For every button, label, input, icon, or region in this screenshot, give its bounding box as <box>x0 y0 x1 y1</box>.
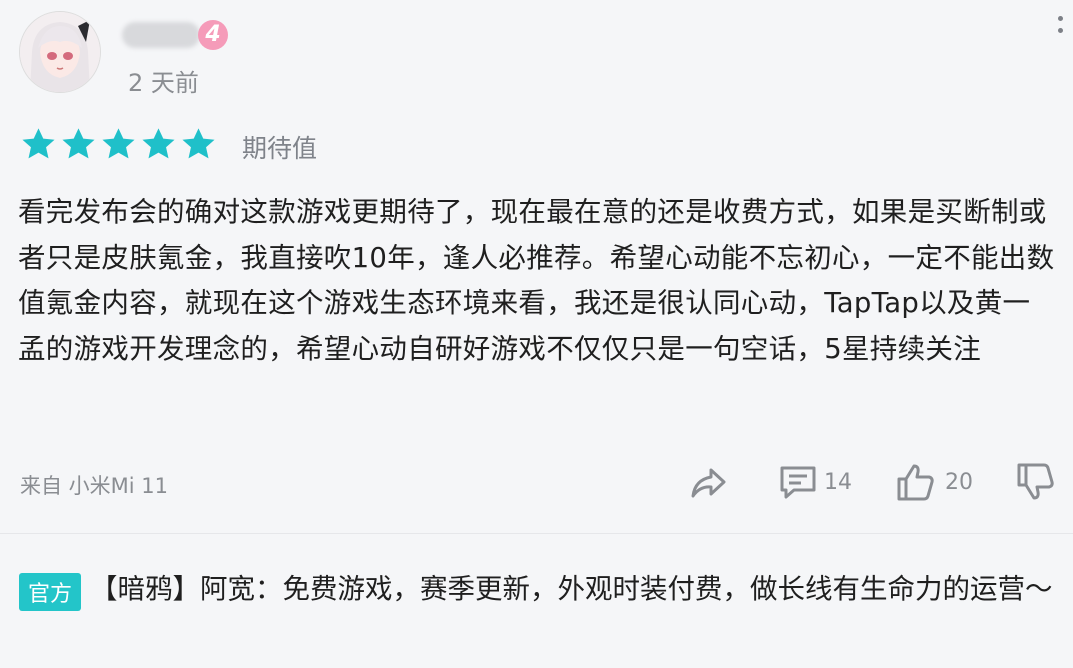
avatar-image <box>20 12 100 92</box>
comment-count: 14 <box>824 469 852 495</box>
username-blurred[interactable] <box>122 22 200 48</box>
comment-button[interactable]: 14 <box>778 462 852 502</box>
share-icon <box>691 468 726 498</box>
star-icon <box>62 128 95 159</box>
thumbs-up-icon <box>897 464 934 501</box>
divider <box>0 533 1073 534</box>
thumbs-down-icon <box>1017 463 1054 500</box>
star-icon <box>102 128 135 159</box>
device-info: 来自 小米Mi 11 <box>20 474 169 498</box>
avatar[interactable] <box>19 11 101 93</box>
post-time: 2 天前 <box>128 69 199 97</box>
level-badge: 4 <box>198 20 228 50</box>
rating-label: 期待值 <box>242 134 318 163</box>
star-icon <box>22 128 55 159</box>
like-count: 20 <box>945 469 973 495</box>
star-icon <box>182 128 215 159</box>
share-button[interactable] <box>688 462 728 502</box>
star-icon <box>142 128 175 159</box>
like-button[interactable]: 20 <box>895 462 973 502</box>
official-reply-text[interactable]: 【暗鸦】阿宽：免费游戏，赛季更新，外观时装付费，做长线有生命力的运营～ <box>18 567 1058 612</box>
comment-icon <box>780 466 816 499</box>
review-text: 看完发布会的确对这款游戏更期待了，现在最在意的还是收费方式，如果是买断制或者只是… <box>18 196 1055 365</box>
dislike-button[interactable] <box>1015 462 1055 502</box>
star-rating <box>20 126 217 163</box>
more-vertical-icon[interactable] <box>1053 16 1067 46</box>
